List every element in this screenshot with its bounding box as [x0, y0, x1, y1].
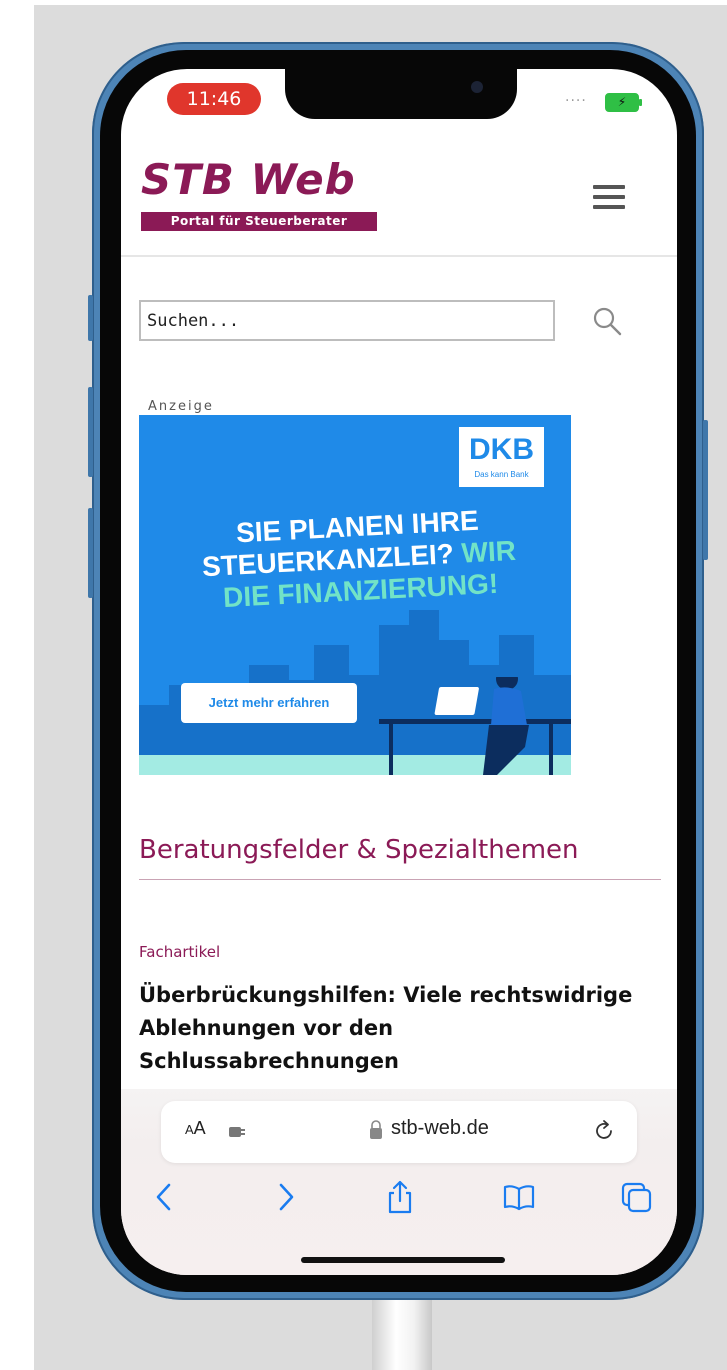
status-time: 11:46: [167, 83, 261, 115]
lock-icon: [370, 1120, 382, 1139]
extension-icon[interactable]: [227, 1122, 247, 1142]
site-logo-title[interactable]: STB Web: [141, 155, 356, 204]
share-icon[interactable]: [382, 1179, 418, 1215]
ad-cta-button[interactable]: Jetzt mehr erfahren: [181, 683, 357, 723]
ad-banner[interactable]: DKB Das kann Bank SIE PLANEN IHRE STEUER…: [139, 415, 571, 775]
ad-label: Anzeige: [148, 399, 214, 414]
hamburger-menu-icon[interactable]: [589, 182, 629, 212]
dkb-logo-tagline: Das kann Bank: [474, 470, 529, 479]
side-button-power: [703, 420, 708, 560]
person-at-desk-illustration: [379, 677, 571, 775]
search-input[interactable]: [139, 300, 555, 341]
text-size-large-label: A: [193, 1118, 206, 1138]
dkb-logo-text: DKB: [469, 433, 534, 466]
address-bar[interactable]: AA stb-web.de: [161, 1101, 637, 1163]
side-button-volume-down: [88, 508, 93, 598]
dkb-logo: DKB Das kann Bank: [459, 427, 544, 487]
forward-icon[interactable]: [267, 1179, 303, 1215]
front-camera: [471, 81, 483, 93]
ad-headline: SIE PLANEN IHRE STEUERKANZLEI? WIR DIE F…: [157, 501, 561, 618]
header-divider: [121, 255, 677, 257]
site-logo-tagline: Portal für Steuerberater: [141, 212, 377, 231]
text-size-button[interactable]: AA: [185, 1118, 206, 1139]
reload-icon[interactable]: [591, 1118, 617, 1144]
text-size-small-label: A: [185, 1122, 194, 1137]
article-title-link[interactable]: Überbrückungshilfen: Viele rechtswidrige…: [139, 979, 649, 1078]
section-title: Beratungsfelder & Spezialthemen: [139, 835, 579, 865]
article-category-link[interactable]: Fachartikel: [139, 943, 220, 961]
section-divider: [139, 879, 661, 880]
back-icon[interactable]: [147, 1179, 183, 1215]
tabs-icon[interactable]: [618, 1179, 654, 1215]
side-button-mute: [88, 295, 93, 341]
url-domain[interactable]: stb-web.de: [391, 1117, 489, 1140]
search-icon[interactable]: [591, 305, 623, 337]
signal-indicator: ....: [565, 89, 587, 105]
side-button-volume-up: [88, 387, 93, 477]
bookmarks-icon[interactable]: [501, 1179, 537, 1215]
notch: [285, 69, 517, 119]
home-indicator: [301, 1257, 505, 1263]
charging-cable: [372, 1296, 432, 1370]
ad-headline-accent: WIR: [460, 534, 517, 569]
battery-charging-icon: ⚡: [605, 93, 642, 112]
phone-screen: 11:46 .... ⚡ STB Web Portal für Steuerbe…: [121, 69, 677, 1275]
